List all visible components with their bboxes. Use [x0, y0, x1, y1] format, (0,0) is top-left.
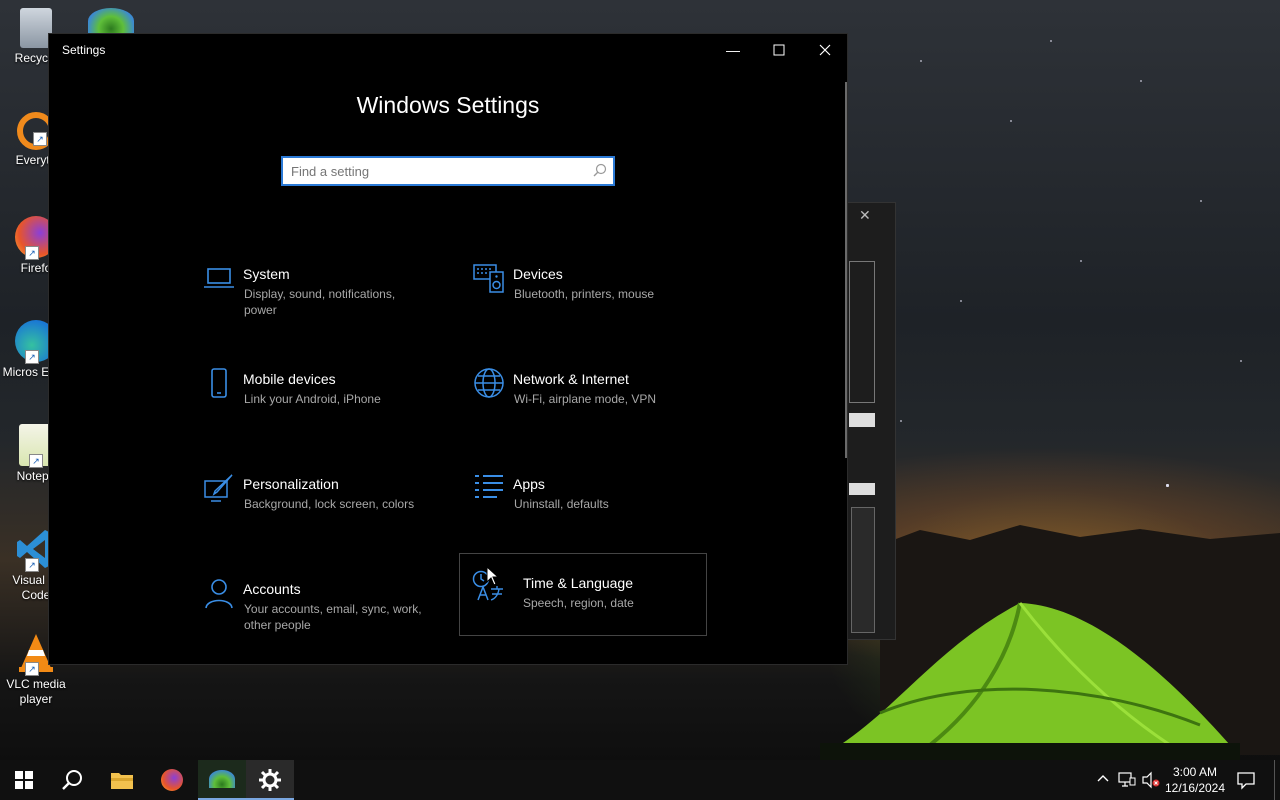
- show-desktop-button[interactable]: [1274, 760, 1275, 800]
- taskbar-search-button[interactable]: [48, 760, 96, 800]
- star: [1080, 260, 1082, 262]
- title-bar[interactable]: Settings —: [49, 34, 847, 66]
- tile-accounts[interactable]: Accounts Your accounts, email, sync, wor…: [191, 560, 439, 642]
- tile-title: Mobile devices: [243, 371, 336, 387]
- tile-title: Apps: [513, 476, 545, 492]
- tile-description: Background, lock screen, colors: [244, 497, 415, 511]
- star: [1140, 80, 1142, 82]
- star: [920, 60, 922, 62]
- close-icon: [819, 44, 831, 56]
- tile-description: Link your Android, iPhone: [244, 392, 381, 406]
- firefox-icon: [161, 769, 183, 791]
- settings-icon: [259, 769, 281, 791]
- tile-apps[interactable]: Apps Uninstall, defaults: [461, 455, 709, 537]
- clock-time: 3:00 AM: [1172, 765, 1218, 779]
- keyboard-speaker-icon: [473, 264, 504, 293]
- taskbar-firefox[interactable]: [148, 760, 196, 800]
- tile-description: Your accounts, email, sync, work, other …: [244, 602, 422, 632]
- tile-description: Display, sound, notifications, power: [244, 287, 396, 317]
- search-icon[interactable]: [593, 163, 607, 182]
- mouse-cursor-icon: [486, 566, 500, 586]
- page-title: Windows Settings: [356, 92, 540, 118]
- star: [1200, 200, 1202, 202]
- desktop-icon-label: VLC media player: [6, 677, 66, 706]
- search-input[interactable]: [291, 162, 581, 180]
- desktop: Recycle ↗ Everyth ↗ Firefo ↗ Micros Edge…: [0, 0, 1280, 800]
- tile-devices[interactable]: Devices Bluetooth, printers, mouse: [461, 245, 709, 327]
- shortcut-arrow-icon: ↗: [25, 246, 39, 260]
- tile-title: Devices: [513, 266, 563, 282]
- paint-icon: [204, 474, 233, 502]
- tile-personalization[interactable]: Personalization Background, lock screen,…: [191, 455, 439, 537]
- panel-frame: [849, 261, 875, 403]
- volume-muted-icon[interactable]: [1142, 771, 1160, 794]
- scrollbar[interactable]: [845, 82, 847, 458]
- tile-system[interactable]: System Display, sound, notifications, po…: [191, 245, 439, 327]
- notifications-button[interactable]: [1236, 770, 1256, 795]
- file-explorer-icon: [111, 773, 133, 789]
- tile-description: Bluetooth, printers, mouse: [514, 287, 655, 301]
- star: [1166, 484, 1169, 487]
- search-box[interactable]: [281, 156, 615, 186]
- maximize-button[interactable]: [756, 34, 802, 66]
- taskbar-settings[interactable]: [246, 760, 294, 800]
- maximize-icon: [773, 44, 785, 56]
- phone-icon: [211, 368, 227, 398]
- shortcut-arrow-icon: ↗: [29, 454, 43, 468]
- chevron-up-icon[interactable]: [1096, 772, 1110, 791]
- panel-scrollbar[interactable]: [851, 507, 875, 633]
- shortcut-arrow-icon: ↗: [25, 662, 39, 676]
- minimize-icon: —: [726, 42, 740, 58]
- tile-network-internet[interactable]: Network & Internet Wi-Fi, airplane mode,…: [461, 350, 709, 432]
- tile-title: System: [243, 266, 290, 282]
- panel-button[interactable]: [849, 413, 875, 427]
- star: [1010, 120, 1012, 122]
- start-button[interactable]: [0, 760, 48, 800]
- tile-description: Speech, region, date: [523, 596, 634, 610]
- start-icon: [15, 771, 33, 789]
- search-icon: [62, 770, 82, 790]
- taskbar: 3:00 AM 12/16/2024: [0, 760, 1280, 800]
- network-app-desktop-icon[interactable]: [88, 8, 134, 34]
- shortcut-arrow-icon: ↗: [25, 350, 39, 364]
- window-title: Settings: [62, 43, 106, 57]
- star: [960, 300, 962, 302]
- person-icon: [205, 579, 233, 609]
- tile-title: Time & Language: [523, 575, 633, 591]
- globe-icon: [474, 368, 504, 398]
- shortcut-arrow-icon: ↗: [33, 132, 47, 146]
- taskbar-file-explorer[interactable]: [98, 760, 146, 800]
- background-window[interactable]: ✕: [846, 202, 896, 640]
- tile-title: Accounts: [243, 581, 301, 597]
- laptop-icon: [204, 268, 234, 288]
- star: [1050, 40, 1052, 42]
- tile-description: Wi-Fi, airplane mode, VPN: [514, 392, 657, 406]
- tile-mobile-devices[interactable]: Mobile devices Link your Android, iPhone: [191, 350, 439, 432]
- action-center-icon: [1237, 772, 1255, 790]
- minimize-button[interactable]: —: [710, 34, 756, 66]
- clock-date: 12/16/2024: [1164, 781, 1226, 795]
- tile-title: Personalization: [243, 476, 339, 492]
- shortcut-arrow-icon: ↗: [25, 558, 39, 572]
- apps-list-icon: [475, 475, 503, 498]
- tile-description: Uninstall, defaults: [514, 497, 609, 511]
- tile-title: Network & Internet: [513, 371, 629, 387]
- network-app-icon: [209, 770, 235, 788]
- clock[interactable]: 3:00 AM 12/16/2024: [1160, 764, 1230, 796]
- taskbar-network-app[interactable]: [198, 760, 246, 800]
- close-button[interactable]: [802, 34, 848, 66]
- star: [1240, 360, 1242, 362]
- settings-window: Settings — Windows Settings System Displ…: [48, 33, 848, 665]
- panel-field[interactable]: [849, 483, 875, 495]
- close-icon[interactable]: ✕: [859, 207, 871, 224]
- network-status-icon[interactable]: [1118, 772, 1136, 793]
- star: [900, 420, 902, 422]
